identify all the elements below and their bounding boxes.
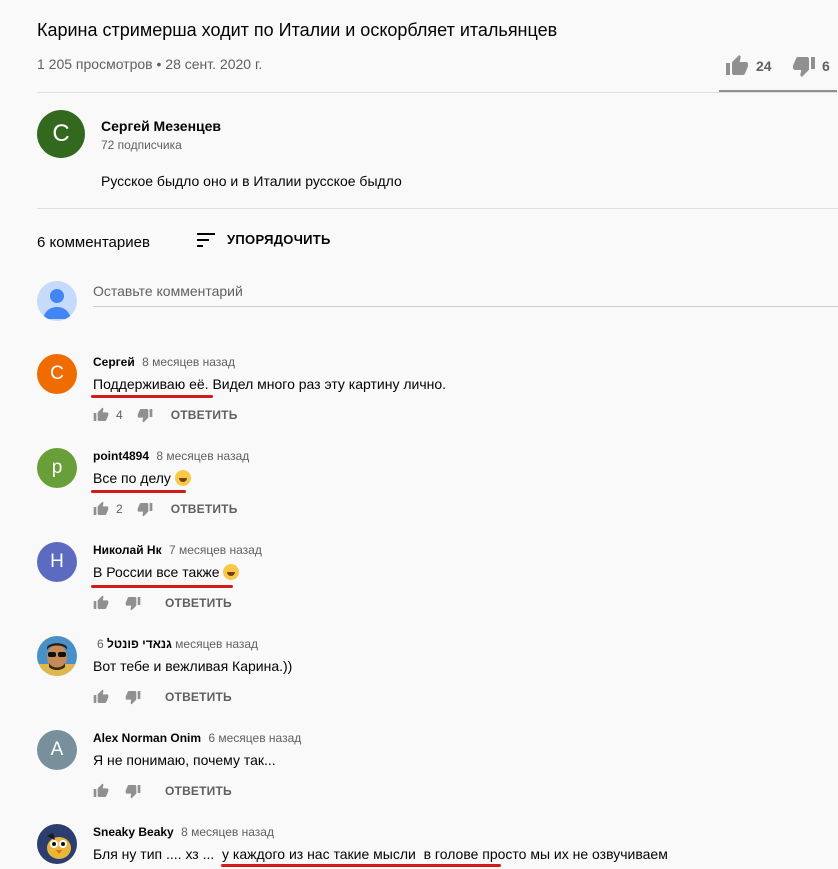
video-description: Русское быдло оно и в Италии русское быд… [101, 173, 402, 189]
comment-text: В России все также [93, 564, 220, 580]
comment-author[interactable]: Сергей [93, 355, 135, 369]
thumb-down-icon[interactable] [137, 501, 153, 517]
comment-author[interactable]: גנאדי פונטל [107, 637, 172, 651]
comment-actions: ОТВЕТИТЬ [93, 594, 232, 612]
comment-header: Сергей 8 месяцев назад [93, 355, 235, 369]
sort-label: УПОРЯДОЧИТЬ [227, 232, 331, 247]
description-divider [37, 208, 838, 209]
laughing-emoji-icon [223, 564, 240, 580]
comment-time[interactable]: 7 месяцев назад [169, 543, 262, 557]
comment-actions: 2 ОТВЕТИТЬ [93, 500, 238, 518]
thumb-up-icon[interactable] [93, 501, 109, 517]
comment-author[interactable]: Sneaky Beaky [93, 825, 174, 839]
video-title: Карина стримерша ходит по Италии и оскор… [37, 20, 558, 40]
thumb-down-icon[interactable] [125, 689, 141, 705]
sort-icon [197, 232, 215, 247]
comment-avatar[interactable]: Н [37, 542, 77, 582]
comment-like-count: 2 [116, 502, 123, 516]
view-count: 1 205 просмотров [37, 56, 153, 72]
comment-author[interactable]: Alex Norman Onim [93, 731, 201, 745]
comment-author[interactable]: Николай Нк [93, 543, 162, 557]
user-silhouette-icon [43, 289, 71, 319]
laughing-emoji-icon [174, 470, 191, 486]
comment-time[interactable]: 8 месяцев назад [181, 825, 274, 839]
sort-button[interactable]: УПОРЯДОЧИТЬ [197, 232, 331, 247]
red-underline-annotation [91, 490, 186, 493]
thumb-down-icon[interactable] [125, 595, 141, 611]
thumb-down-icon[interactable] [125, 783, 141, 799]
thumb-up-icon[interactable] [93, 689, 109, 705]
subscriber-count: 72 подписчика [101, 138, 182, 152]
channel-name[interactable]: Сергей Мезенцев [101, 118, 221, 134]
comment-text-row: В России все также [93, 564, 240, 580]
comment-text: Поддерживаю её. Видел много раз эту карт… [93, 376, 447, 392]
comment-input-placeholder: Оставьте комментарий [93, 283, 243, 299]
red-underline-annotation [221, 864, 501, 867]
cartoon-bird-icon [37, 824, 77, 864]
thumb-up-icon[interactable] [93, 595, 109, 611]
comment-actions: ОТВЕТИТЬ [93, 782, 232, 800]
comment-actions: 4 ОТВЕТИТЬ [93, 406, 238, 424]
reply-button[interactable]: ОТВЕТИТЬ [165, 690, 232, 704]
comment-text: Вот тебе и вежливая Карина.)) [93, 658, 293, 674]
comment-time[interactable]: 8 месяцев назад [142, 355, 235, 369]
comment-text-row: Все по делу [93, 470, 191, 486]
comment-text: Все по делу [93, 470, 171, 486]
person-with-sunglasses-icon [37, 636, 77, 676]
thumb-up-icon[interactable] [93, 783, 109, 799]
comment-author[interactable]: point4894 [93, 449, 149, 463]
comment-avatar-photo[interactable] [37, 824, 77, 864]
comment-like-count: 4 [116, 408, 123, 422]
thumb-up-icon [726, 55, 748, 75]
comment-header: גנאדי פונטל 6 месяцев назад [93, 637, 258, 651]
comment-header: Alex Norman Onim 6 месяцев назад [93, 731, 301, 745]
comment-time[interactable]: 8 месяцев назад [156, 449, 249, 463]
reply-button[interactable]: ОТВЕТИТЬ [171, 502, 238, 516]
header-divider [37, 92, 838, 93]
comment-avatar[interactable]: p [37, 448, 77, 488]
red-underline-annotation [91, 585, 233, 588]
thumb-down-icon[interactable] [137, 407, 153, 423]
channel-avatar[interactable]: С [37, 110, 85, 158]
comment-avatar[interactable]: С [37, 354, 77, 394]
reply-button[interactable]: ОТВЕТИТЬ [165, 784, 232, 798]
publish-date: 28 сент. 2020 г. [165, 56, 263, 72]
dislike-count: 6 [822, 58, 830, 74]
comment-input[interactable]: Оставьте комментарий [93, 281, 838, 307]
thumb-down-icon [793, 57, 815, 77]
video-meta: 1 205 просмотров • 28 сент. 2020 г. [37, 56, 262, 72]
like-count: 24 [756, 58, 772, 74]
like-button[interactable]: 24 [725, 54, 772, 78]
reply-button[interactable]: ОТВЕТИТЬ [171, 408, 238, 422]
comment-avatar-photo[interactable] [37, 636, 77, 676]
reply-button[interactable]: ОТВЕТИТЬ [165, 596, 232, 610]
comment-text: Бля ну тип .... хз ... у каждого из нас … [93, 846, 668, 862]
thumb-up-icon[interactable] [93, 407, 109, 423]
comment-avatar[interactable]: A [37, 730, 77, 770]
comment-header: Николай Нк 7 месяцев назад [93, 543, 262, 557]
red-underline-annotation [91, 395, 213, 398]
meta-separator: • [156, 56, 162, 72]
current-user-avatar [37, 281, 77, 321]
comment-header: Sneaky Beaky 8 месяцев назад [93, 825, 274, 839]
dislike-button[interactable]: 6 [792, 54, 830, 78]
comment-text: Я не понимаю, почему так... [93, 752, 276, 768]
comment-time[interactable]: 6 месяцев назад [208, 731, 301, 745]
comment-header: point4894 8 месяцев назад [93, 449, 249, 463]
comment-count: 6 комментариев [37, 234, 150, 251]
comment-actions: ОТВЕТИТЬ [93, 688, 232, 706]
